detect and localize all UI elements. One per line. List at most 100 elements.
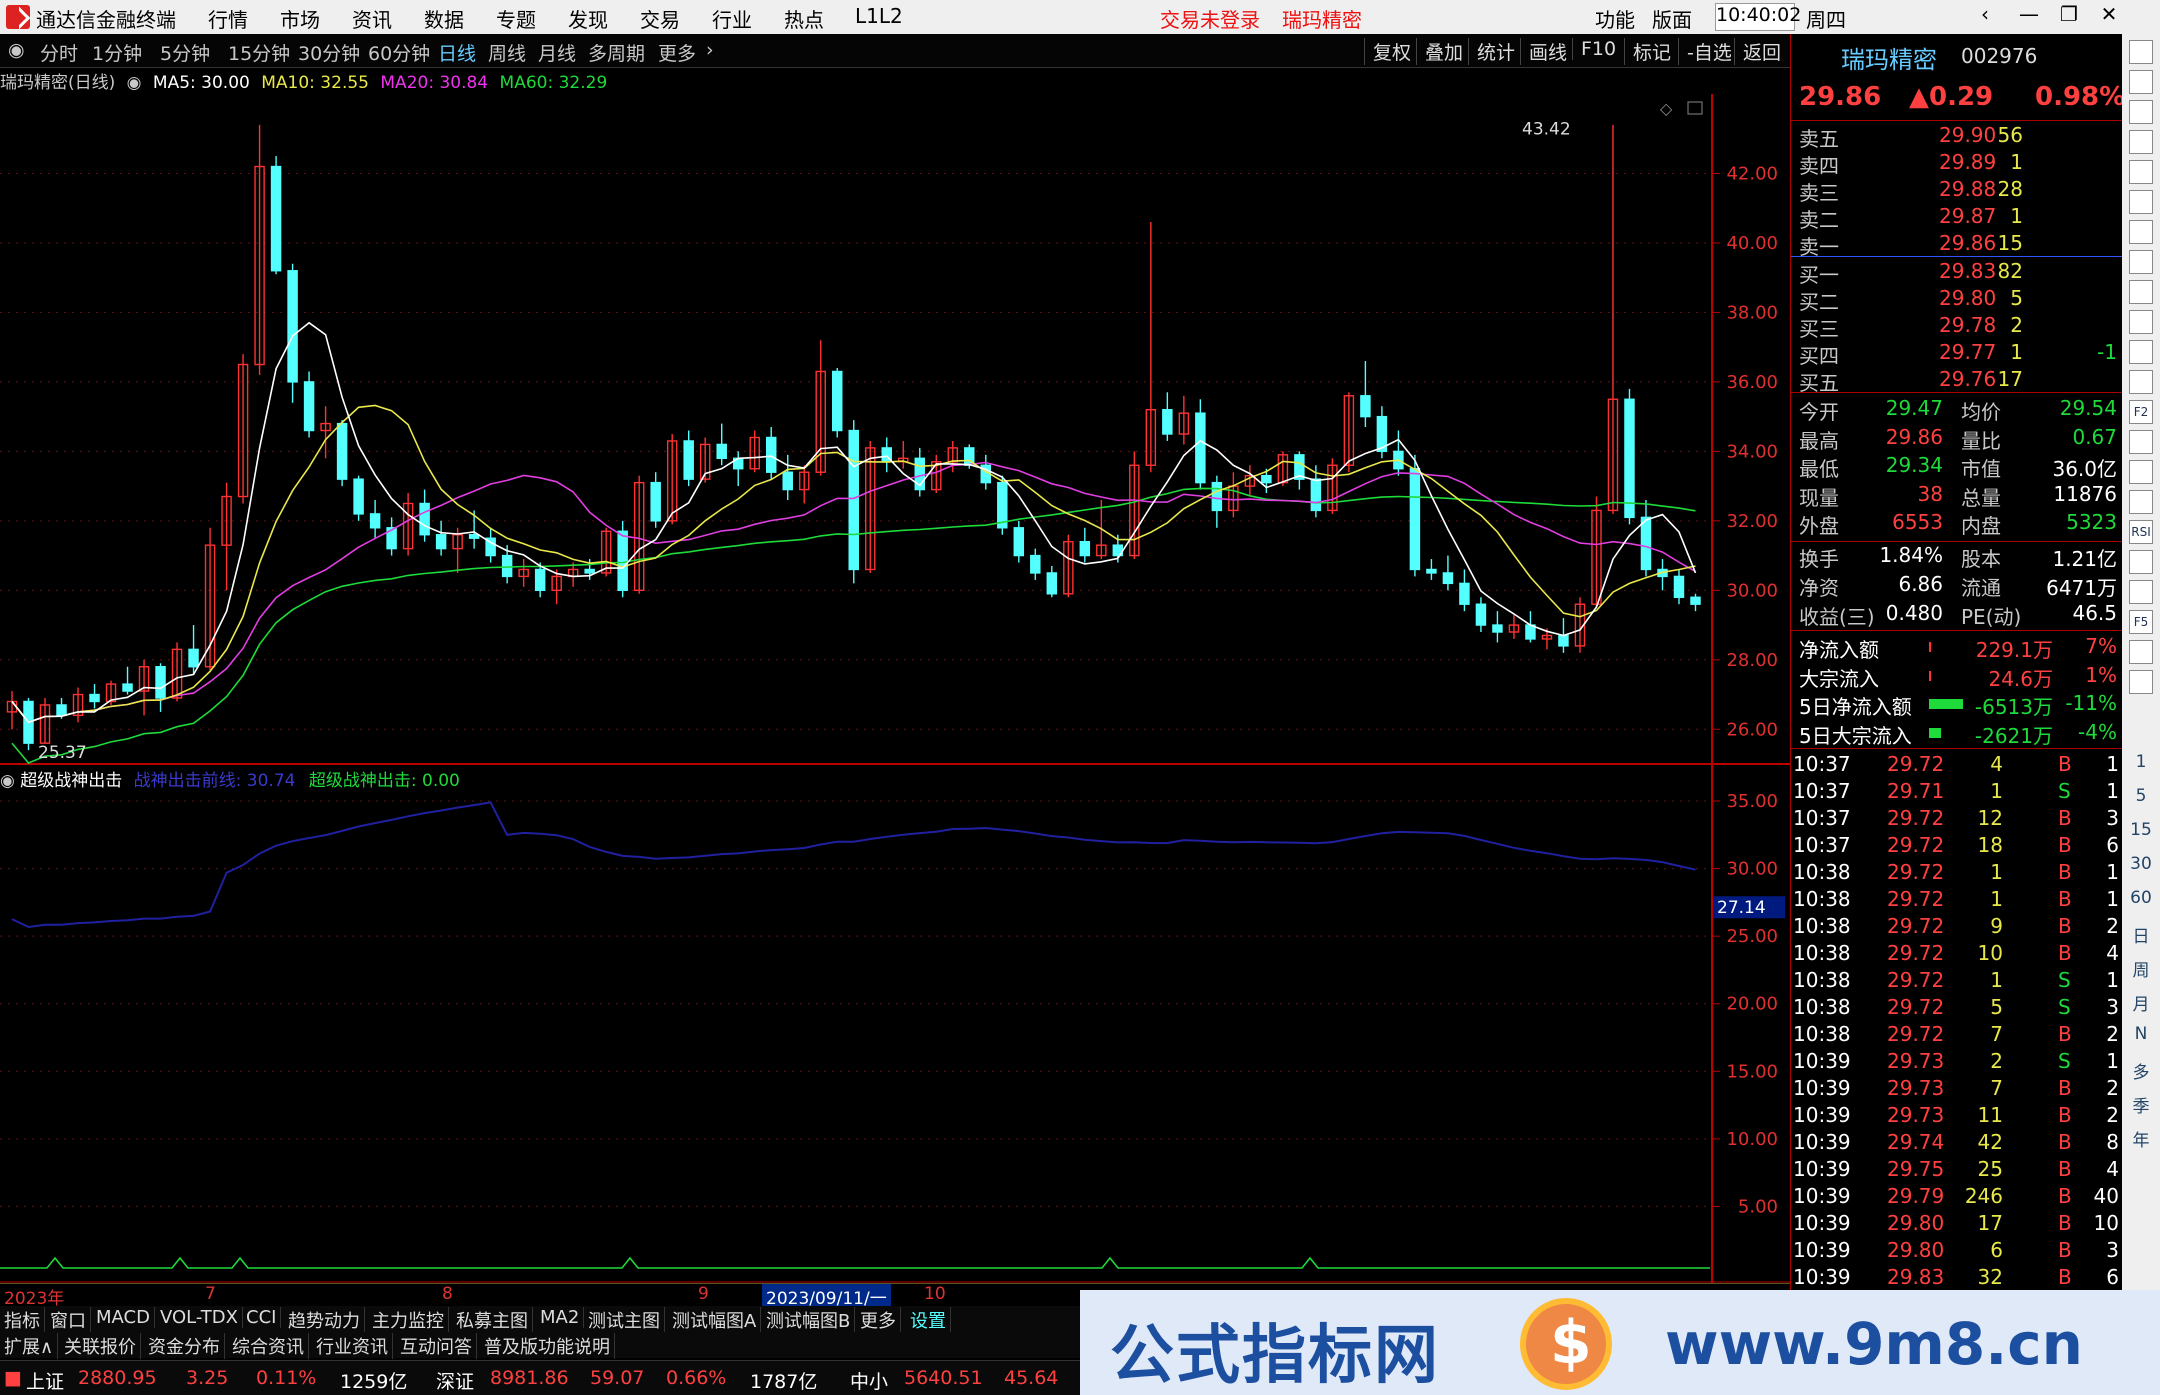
toolbar-icon[interactable] bbox=[2129, 130, 2153, 154]
tab-vol[interactable]: VOL-TDX bbox=[156, 1307, 243, 1328]
candle-body[interactable] bbox=[501, 554, 513, 578]
tool-button[interactable]: 画线 bbox=[1520, 38, 1567, 65]
menu-item[interactable]: 热点 bbox=[784, 4, 824, 33]
candle-body[interactable] bbox=[419, 502, 430, 536]
toolbar-icon[interactable]: RSI bbox=[2129, 520, 2153, 544]
toolbar-icon[interactable] bbox=[2129, 340, 2153, 364]
candle-body[interactable] bbox=[1310, 478, 1322, 512]
tab-industry[interactable]: 行业资讯 bbox=[312, 1333, 393, 1359]
candle-body[interactable] bbox=[1624, 398, 1635, 519]
toolbar-icon[interactable] bbox=[2129, 460, 2153, 484]
candle-body[interactable] bbox=[1030, 554, 1041, 574]
chevron-right-icon[interactable]: › bbox=[706, 39, 714, 61]
toolbar-icon[interactable]: F5 bbox=[2129, 610, 2153, 634]
candle-body[interactable] bbox=[1013, 527, 1025, 557]
candle-body[interactable] bbox=[303, 381, 315, 432]
menu-item[interactable]: 发现 bbox=[568, 4, 608, 33]
period-shortcut[interactable]: 季 bbox=[2122, 1092, 2160, 1117]
login-status[interactable]: 交易未登录 bbox=[1160, 4, 1260, 33]
tab-private[interactable]: 私募主图 bbox=[452, 1307, 533, 1333]
candle-body[interactable] bbox=[435, 534, 447, 550]
close-icon[interactable]: ✕ bbox=[2094, 2, 2124, 32]
tab-ma2[interactable]: MA2 bbox=[536, 1307, 585, 1328]
tool-button[interactable]: 复权 bbox=[1364, 38, 1411, 65]
candle-body[interactable] bbox=[716, 443, 727, 460]
tab-trend[interactable]: 趋势动力 bbox=[284, 1307, 365, 1333]
settings-circle-icon[interactable]: ◉ bbox=[127, 73, 142, 93]
candle-body[interactable] bbox=[1690, 596, 1701, 605]
candle-body[interactable] bbox=[683, 440, 694, 480]
period-shortcut[interactable]: 1 bbox=[2122, 752, 2160, 772]
zx-name[interactable]: 中小 bbox=[850, 1367, 888, 1394]
menu-item[interactable]: 行业 bbox=[712, 4, 752, 33]
period-tab[interactable]: 15分钟 bbox=[228, 39, 290, 66]
candle-body[interactable] bbox=[832, 370, 843, 432]
toolbar-icon[interactable] bbox=[2129, 160, 2153, 184]
tab-indicator[interactable]: 指标 bbox=[0, 1307, 45, 1333]
tool-button[interactable]: 叠加 bbox=[1416, 38, 1463, 65]
tab-test-b[interactable]: 测试幅图B bbox=[762, 1307, 856, 1333]
ask-row[interactable]: 卖五 29.90 56 bbox=[1791, 123, 2123, 151]
tab-news[interactable]: 综合资讯 bbox=[228, 1333, 309, 1359]
tool-button[interactable]: F10 bbox=[1572, 38, 1616, 60]
period-tab[interactable]: 多周期 bbox=[588, 39, 645, 66]
tab-cci[interactable]: CCI bbox=[242, 1307, 282, 1328]
minimize-icon[interactable]: — bbox=[2014, 2, 2044, 32]
sh-name[interactable]: 上证 bbox=[26, 1367, 64, 1394]
candle-body[interactable] bbox=[584, 568, 595, 574]
toolbar-icon[interactable] bbox=[2129, 190, 2153, 214]
sz-name[interactable]: 深证 bbox=[436, 1367, 474, 1394]
menu-item[interactable]: 数据 bbox=[424, 4, 464, 33]
ask-row[interactable]: 卖二 29.87 1 bbox=[1791, 204, 2123, 232]
period-shortcut[interactable]: 5 bbox=[2122, 786, 2160, 806]
candle-body[interactable] bbox=[1442, 572, 1454, 585]
candle-body[interactable] bbox=[1426, 568, 1437, 574]
toolbar-icon[interactable] bbox=[2129, 430, 2153, 454]
candle-body[interactable] bbox=[1459, 582, 1470, 605]
candle-body[interactable] bbox=[1079, 540, 1091, 557]
tab-qa[interactable]: 互动问答 bbox=[396, 1333, 477, 1359]
bid-row[interactable]: 买一 29.83 82 bbox=[1791, 259, 2123, 287]
tab-settings[interactable]: 设置 bbox=[906, 1307, 951, 1333]
candle-body[interactable] bbox=[188, 648, 199, 668]
tool-button[interactable]: 统计 bbox=[1468, 38, 1515, 65]
toolbar-icon[interactable] bbox=[2129, 550, 2153, 574]
toolbar-icon[interactable] bbox=[2129, 250, 2153, 274]
menu-item[interactable]: 资讯 bbox=[352, 4, 392, 33]
tab-test-main[interactable]: 测试主图 bbox=[584, 1307, 665, 1333]
bid-row[interactable]: 买五 29.76 17 bbox=[1791, 367, 2123, 395]
kline-chart[interactable]: 42.00 40.00 38.00 36.00 34.00 32.00 30.00 28.00… bbox=[0, 94, 1790, 1284]
period-shortcut[interactable]: 年 bbox=[2122, 1126, 2160, 1151]
period-shortcut[interactable]: 日 bbox=[2122, 922, 2160, 947]
tab-window[interactable]: 窗口 bbox=[46, 1307, 91, 1333]
toolbar-icon[interactable] bbox=[2129, 100, 2153, 124]
menu-item[interactable]: 行情 bbox=[208, 4, 248, 33]
toolbar-icon[interactable] bbox=[2129, 220, 2153, 244]
menu-item[interactable]: 专题 bbox=[496, 4, 536, 33]
candle-body[interactable] bbox=[56, 704, 67, 717]
toolbar-icon[interactable] bbox=[2129, 280, 2153, 304]
toolbar-icon[interactable] bbox=[2129, 70, 2153, 94]
candle-body[interactable] bbox=[1162, 408, 1173, 435]
period-tab[interactable]: 分时 bbox=[40, 39, 78, 66]
candle-body[interactable] bbox=[617, 530, 628, 592]
candle-body[interactable] bbox=[336, 422, 348, 480]
period-shortcut[interactable]: 周 bbox=[2122, 956, 2160, 981]
maximize-icon[interactable] bbox=[1687, 101, 1703, 115]
back-icon[interactable]: ‹ bbox=[1970, 2, 2000, 32]
period-icon[interactable]: ◉ bbox=[8, 39, 25, 61]
tool-button[interactable]: 返回 bbox=[1734, 38, 1781, 65]
toolbar-icon[interactable] bbox=[2129, 670, 2153, 694]
toolbar-icon[interactable]: F2 bbox=[2129, 400, 2153, 424]
candle-body[interactable] bbox=[287, 270, 298, 383]
toolbar-icon[interactable] bbox=[2129, 370, 2153, 394]
tab-related[interactable]: 关联报价 bbox=[60, 1333, 141, 1359]
toolbar-icon[interactable] bbox=[2129, 580, 2153, 604]
candle-body[interactable] bbox=[155, 666, 166, 699]
tool-button[interactable]: -自选 bbox=[1678, 38, 1732, 65]
candle-body[interactable] bbox=[1673, 575, 1685, 598]
indicator-toggle-icon[interactable]: ◉ bbox=[0, 771, 20, 791]
bid-row[interactable]: 买二 29.80 5 bbox=[1791, 286, 2123, 314]
candle-body[interactable] bbox=[468, 534, 480, 539]
tab-expand[interactable]: 扩展∧ bbox=[0, 1333, 59, 1359]
